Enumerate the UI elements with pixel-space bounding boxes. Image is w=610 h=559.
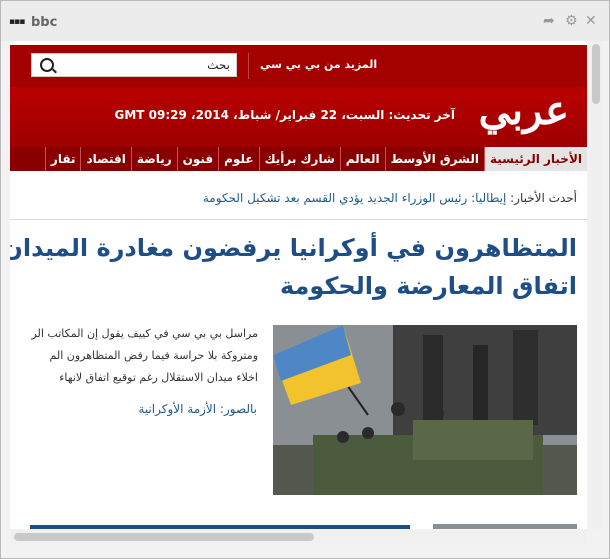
close-icon[interactable]: ✕ [585,13,597,29]
main-headline[interactable]: المتظاهرون في أوكرانيا يرفضون مغادرة الم… [10,229,577,305]
last-updated-text: آخر تحديث: السبت، 22 فبراير/ شباط، 2014،… [114,108,455,122]
brand-bar: عربي آخر تحديث: السبت، 22 فبراير/ شباط، … [10,87,587,147]
article-photo[interactable] [273,325,577,495]
headline-line-1[interactable]: المتظاهرون في أوكرانيا يرفضون مغادرة الم… [10,229,577,267]
protest-photo-image [273,325,577,495]
nav-item[interactable]: رياضة [130,147,177,171]
main-nav: الأخبار الرئيسيةالشرق الأوسطالعالمشارك ب… [10,147,587,171]
nav-item[interactable]: اقتصاد [80,147,130,171]
search-placeholder: بحث [207,58,230,72]
nav-item[interactable]: فنون [176,147,219,171]
horizontal-scroll-thumb[interactable] [14,533,314,541]
gear-icon[interactable]: ⚙ [565,13,578,29]
headline-line-2[interactable]: اتفاق المعارضة والحكومة [10,267,577,305]
browser-window: ▪▪▪ bbc ➦ ⚙ ✕ بحث المزيد من بي بي سي عرب… [0,0,610,559]
nav-item[interactable]: تقار [44,147,81,171]
next-story-peek [30,524,577,529]
photos-link[interactable]: بالصور: الأزمة الأوكرانية [138,402,257,416]
search-icon[interactable] [40,58,54,72]
nav-item[interactable]: الشرق الأوسط [384,147,484,171]
article-summary: مراسل بي بي سي في كييف يقول إن المكاتب ا… [10,323,258,393]
more-bbc-link[interactable]: المزيد من بي بي سي [260,58,377,71]
breaking-label: أحدث الأخبار: [510,191,577,205]
nav-item[interactable]: علوم [218,147,258,171]
summary-line-3: اخلاء ميدان الاستقلال رغم توقيع اتفاق لا… [59,371,258,384]
page-viewport: بحث المزيد من بي بي سي عربي آخر تحديث: ا… [10,41,587,529]
title-bar: ▪▪▪ bbc ➦ ⚙ ✕ [1,1,609,41]
vertical-scrollbar[interactable] [590,41,602,529]
header-divider [248,53,249,79]
bbc-arabic-logo[interactable]: عربي [479,87,569,134]
header-top-bar: بحث المزيد من بي بي سي [10,45,587,87]
nav-item[interactable]: شارك برأيك [258,147,340,171]
breaking-news: أحدث الأخبار: إيطاليا: رئيس الوزراء الجد… [203,191,577,205]
share-icon[interactable]: ➦ [543,13,555,29]
breaking-news-link[interactable]: إيطاليا: رئيس الوزراء الجديد يؤدي القسم … [203,191,506,205]
section-divider [10,219,587,220]
summary-line-1: مراسل بي بي سي في كييف يقول إن المكاتب ا… [31,327,258,340]
nav-item[interactable]: الأخبار الرئيسية [483,147,587,171]
window-title: bbc [31,15,58,30]
bbc-logo-icon: ▪▪▪ [9,17,25,27]
search-input[interactable]: بحث [31,53,237,77]
summary-line-2: ومتروكة بلا حراسة فيما رفض المتظاهرون ال… [49,349,258,362]
vertical-scroll-thumb[interactable] [592,44,600,104]
horizontal-scrollbar[interactable] [10,531,587,543]
nav-item[interactable]: العالم [339,147,385,171]
